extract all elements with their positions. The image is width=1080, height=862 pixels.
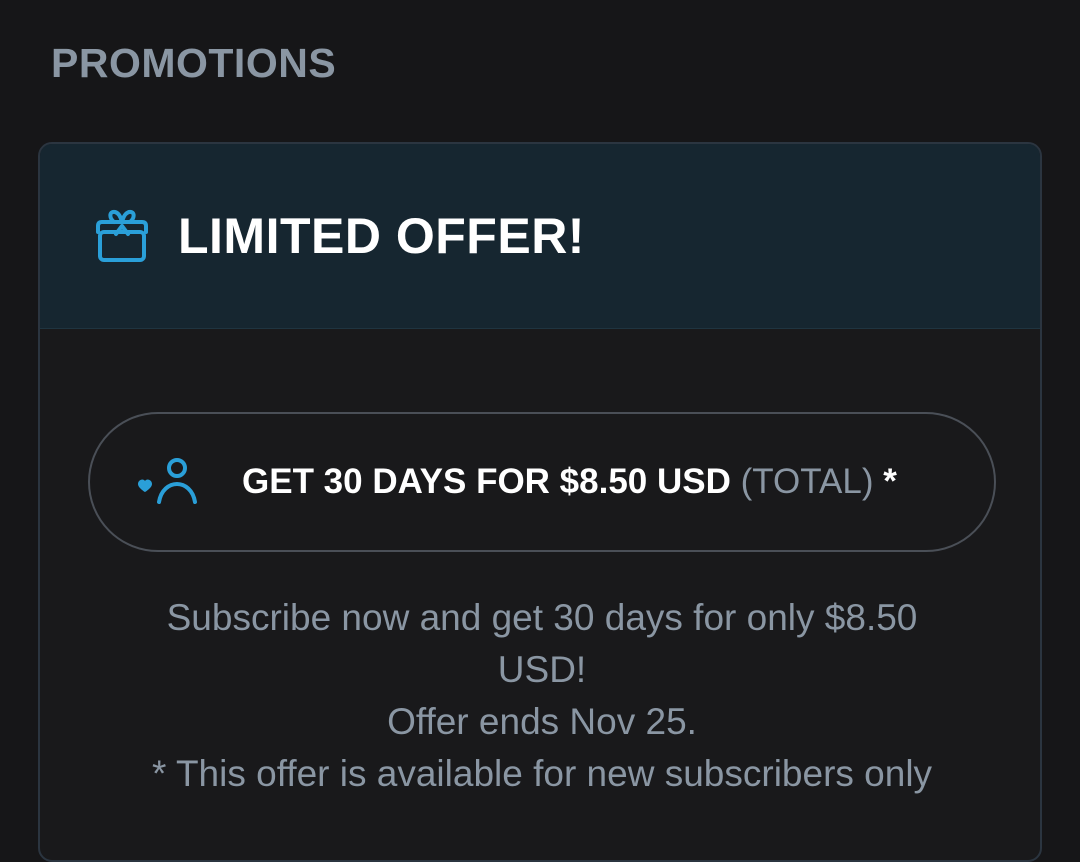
promo-card: LIMITED OFFER! GET 30 DAYS FOR $8.50 USD…: [38, 142, 1042, 862]
promo-description: Subscribe now and get 30 days for only $…: [40, 592, 1040, 800]
offer-main-label: GET 30 DAYS FOR $8.50 USD: [242, 462, 731, 501]
description-line-2: USD!: [497, 649, 587, 690]
description-line-1: Subscribe now and get 30 days for only $…: [166, 597, 918, 638]
description-line-4: * This offer is available for new subscr…: [151, 753, 933, 794]
section-title: PROMOTIONS: [51, 40, 337, 86]
promo-header: LIMITED OFFER!: [40, 144, 1040, 329]
promo-title: LIMITED OFFER!: [178, 208, 585, 264]
subscribe-offer-button[interactable]: GET 30 DAYS FOR $8.50 USD (TOTAL) *: [88, 412, 996, 552]
description-line-3: Offer ends Nov 25.: [387, 701, 697, 742]
offer-asterisk: *: [883, 462, 897, 501]
offer-total-label: (TOTAL): [740, 462, 874, 501]
offer-label: GET 30 DAYS FOR $8.50 USD (TOTAL) *: [242, 462, 897, 502]
gift-icon: [92, 206, 152, 266]
subscriber-icon: [136, 452, 206, 512]
